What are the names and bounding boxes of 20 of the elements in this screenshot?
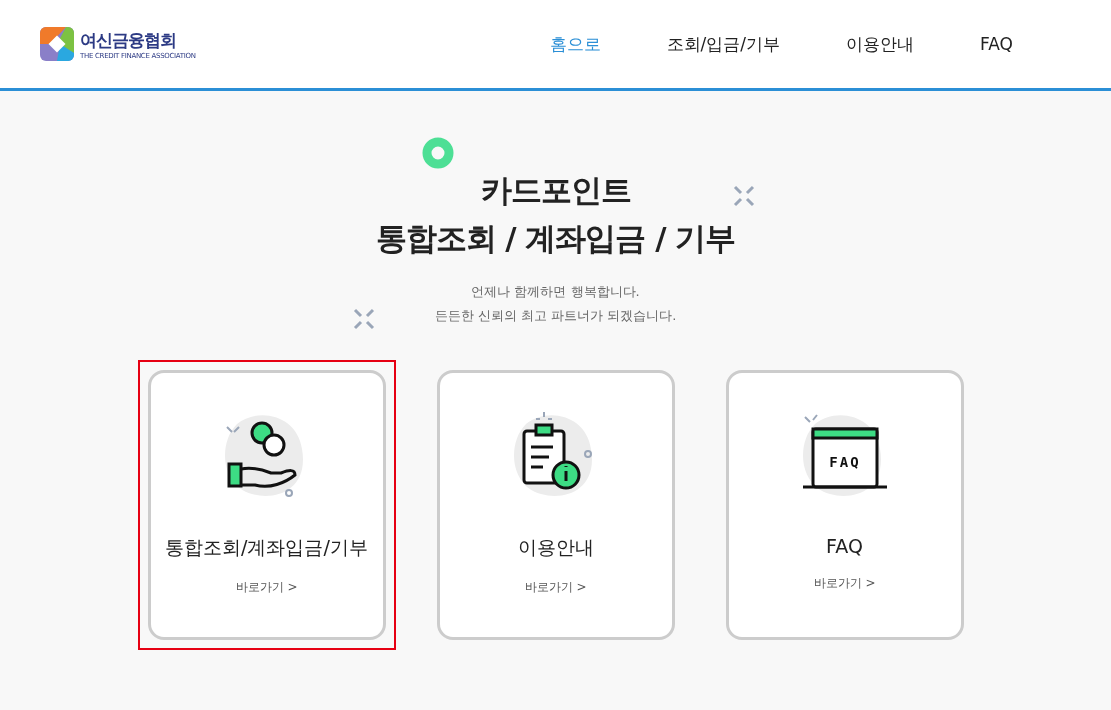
nav-link[interactable]: 홈으로 — [516, 0, 634, 91]
logo-name: 여신금융협회 — [80, 28, 177, 52]
menu-card[interactable]: 통합조회/계좌입금/기부 바로가기 > — [137, 360, 396, 650]
hero-subtitle: 언제나 함께하면 행복합니다. — [471, 283, 640, 301]
shortcut-link[interactable]: 바로가기 > — [524, 579, 587, 596]
hero-title: 통합조회 / 계좌입금 / 기부 — [375, 219, 736, 258]
card-title: FAQ — [826, 535, 863, 557]
hero-subtitle: 든든한 신뢰의 최고 파트너가 되겠습니다. — [434, 307, 677, 325]
shortcut-link[interactable]: 바로가기 > — [235, 579, 298, 596]
logo-icon — [40, 27, 74, 61]
sparkle-icon — [733, 185, 755, 207]
card-title: 이용안내 — [517, 535, 594, 560]
nav-link[interactable]: 이용안내 — [813, 0, 948, 91]
hero-title: 카드포인트 — [480, 171, 631, 210]
nav-link[interactable]: 조회/입금/기부 — [633, 0, 814, 91]
ring-icon — [422, 137, 454, 169]
sparkle-icon — [353, 308, 375, 330]
shortcut-link[interactable]: 바로가기 > — [813, 575, 876, 592]
nav-link[interactable]: FAQ — [947, 0, 1013, 91]
card-title: 통합조회/계좌입금/기부 — [165, 535, 368, 560]
